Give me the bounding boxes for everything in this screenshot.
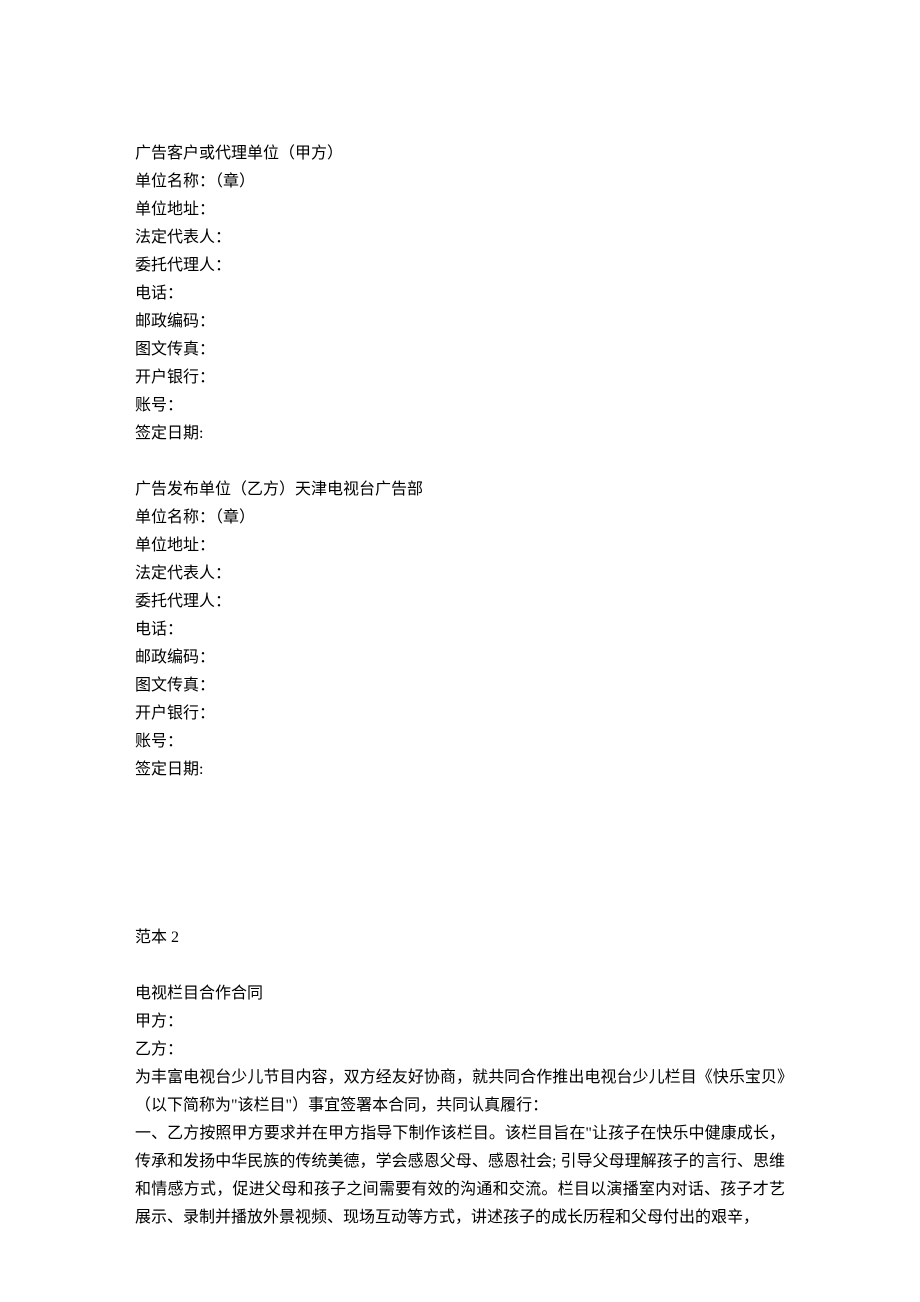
contract-title: 电视栏目合作合同	[135, 980, 785, 1008]
party-b-field: 法定代表人：	[135, 560, 785, 588]
party-a-field: 邮政编码：	[135, 308, 785, 336]
party-a-section: 广告客户或代理单位（甲方） 单位名称：（章） 单位地址： 法定代表人： 委托代理…	[135, 140, 785, 448]
party-a-field: 单位地址：	[135, 196, 785, 224]
party-b-field: 单位地址：	[135, 532, 785, 560]
party-b-field: 账号：	[135, 728, 785, 756]
contract-intro: 为丰富电视台少儿节目内容，双方经友好协商，就共同合作推出电视台少儿栏目《快乐宝贝…	[135, 1064, 785, 1120]
party-a-field: 账号：	[135, 392, 785, 420]
party-a-field: 法定代表人：	[135, 224, 785, 252]
contract-party-a: 甲方：	[135, 1008, 785, 1036]
party-b-field: 单位名称：（章）	[135, 504, 785, 532]
template-2-section: 电视栏目合作合同 甲方： 乙方： 为丰富电视台少儿节目内容，双方经友好协商，就共…	[135, 980, 785, 1232]
party-a-field: 单位名称：（章）	[135, 168, 785, 196]
party-b-field: 邮政编码：	[135, 644, 785, 672]
party-b-field: 电话：	[135, 616, 785, 644]
party-b-field: 签定日期:	[135, 756, 785, 784]
template-label: 范本 2	[135, 924, 785, 952]
section-gap	[135, 812, 785, 924]
party-b-header: 广告发布单位（乙方）天津电视台广告部	[135, 476, 785, 504]
party-b-field: 图文传真：	[135, 672, 785, 700]
party-b-field: 开户银行：	[135, 700, 785, 728]
party-b-field: 委托代理人：	[135, 588, 785, 616]
party-a-field: 电话：	[135, 280, 785, 308]
contract-party-b: 乙方：	[135, 1036, 785, 1064]
party-b-section: 广告发布单位（乙方）天津电视台广告部 单位名称：（章） 单位地址： 法定代表人：…	[135, 476, 785, 784]
party-a-header: 广告客户或代理单位（甲方）	[135, 140, 785, 168]
party-a-field: 签定日期:	[135, 420, 785, 448]
contract-clause-1: 一、乙方按照甲方要求并在甲方指导下制作该栏目。该栏目旨在"让孩子在快乐中健康成长…	[135, 1120, 785, 1232]
party-a-field: 图文传真：	[135, 336, 785, 364]
template-2-label: 范本 2	[135, 924, 785, 952]
party-a-field: 委托代理人：	[135, 252, 785, 280]
party-a-field: 开户银行：	[135, 364, 785, 392]
